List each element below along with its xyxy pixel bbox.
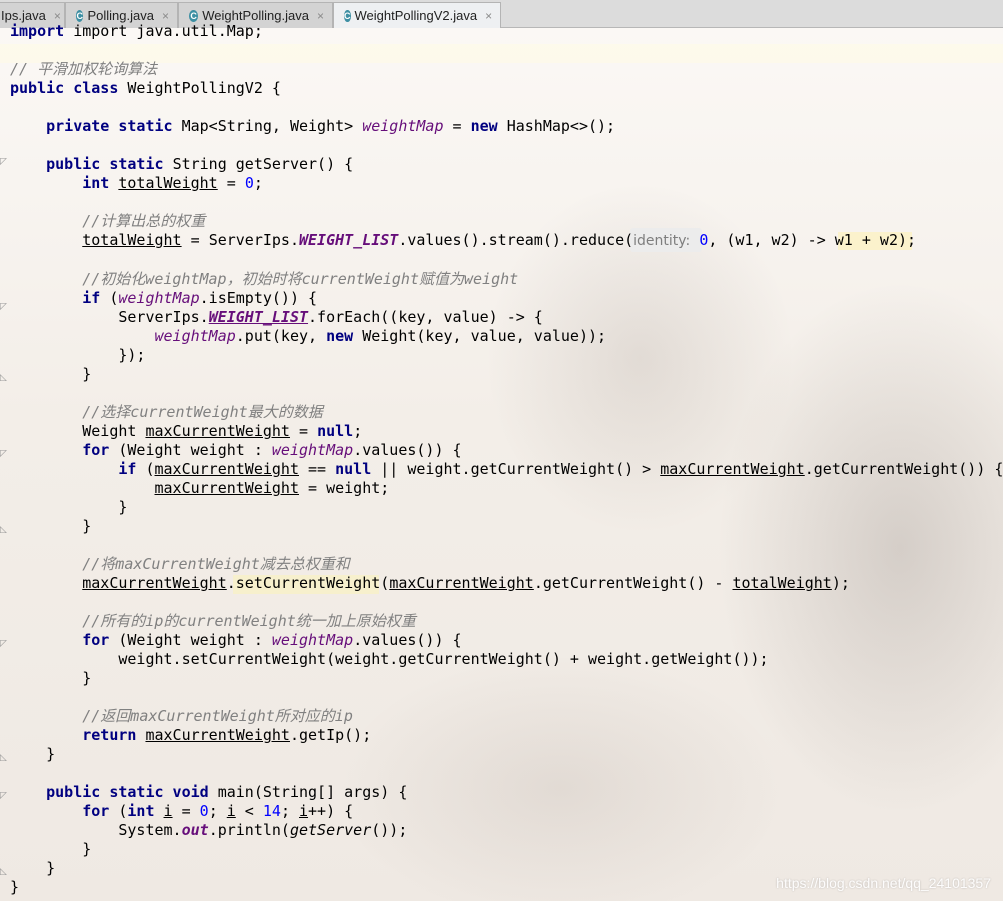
parameter-hint: identity: [633,233,691,249]
code-comment: //选择currentWeight最大的数据 [82,403,323,421]
method-signature: main(String[] args) { [217,783,408,801]
fold-icon[interactable]: ◸ [0,792,8,801]
class-name: WeightPollingV2 [127,79,263,97]
fold-gutter: ◸ ◸ ◺ ◸ ◺ ◸ ◺ ◸ ◺ [0,28,8,901]
code-comment: //初始化weightMap，初始时将currentWeight赋值为weigh… [82,270,519,288]
code-comment: // 平滑加权轮询算法 [10,60,158,78]
watermark-text: https://blog.csdn.net/qq_24101357 [776,875,991,891]
code-line: import import java.util.Map; [10,22,263,40]
java-class-icon: C [189,9,199,22]
close-icon[interactable]: × [317,9,324,23]
code-comment: //计算出总的权重 [82,212,206,230]
fold-icon[interactable]: ◸ [0,640,8,649]
code-comment: //将maxCurrentWeight减去总权重和 [82,555,350,573]
close-icon[interactable]: × [54,9,61,23]
code-comment: //返回maxCurrentWeight所对应的ip [82,707,353,725]
close-icon[interactable]: × [485,9,492,23]
fold-icon[interactable]: ◺ [0,868,8,877]
java-class-icon: C [344,9,351,22]
close-icon[interactable]: × [162,9,169,23]
tab-label: WeightPolling.java [202,8,309,23]
fold-icon[interactable]: ◺ [0,374,8,383]
method-signature: String getServer() { [172,155,354,173]
code-editor[interactable]: import import java.util.Map; // 平滑加权轮询算法… [10,22,1003,897]
tab-label: Polling.java [87,8,154,23]
fold-icon[interactable]: ◺ [0,526,8,535]
fold-icon[interactable]: ◺ [0,754,8,763]
code-comment: //所有的ip的currentWeight统一加上原始权重 [82,612,416,630]
tab-label: Ips.java [1,8,46,23]
fold-icon[interactable]: ◸ [0,450,8,459]
tab-label: WeightPollingV2.java [354,8,478,23]
java-class-icon: C [76,9,84,22]
fold-icon[interactable]: ◸ [0,303,8,312]
fold-icon[interactable]: ◸ [0,158,8,167]
